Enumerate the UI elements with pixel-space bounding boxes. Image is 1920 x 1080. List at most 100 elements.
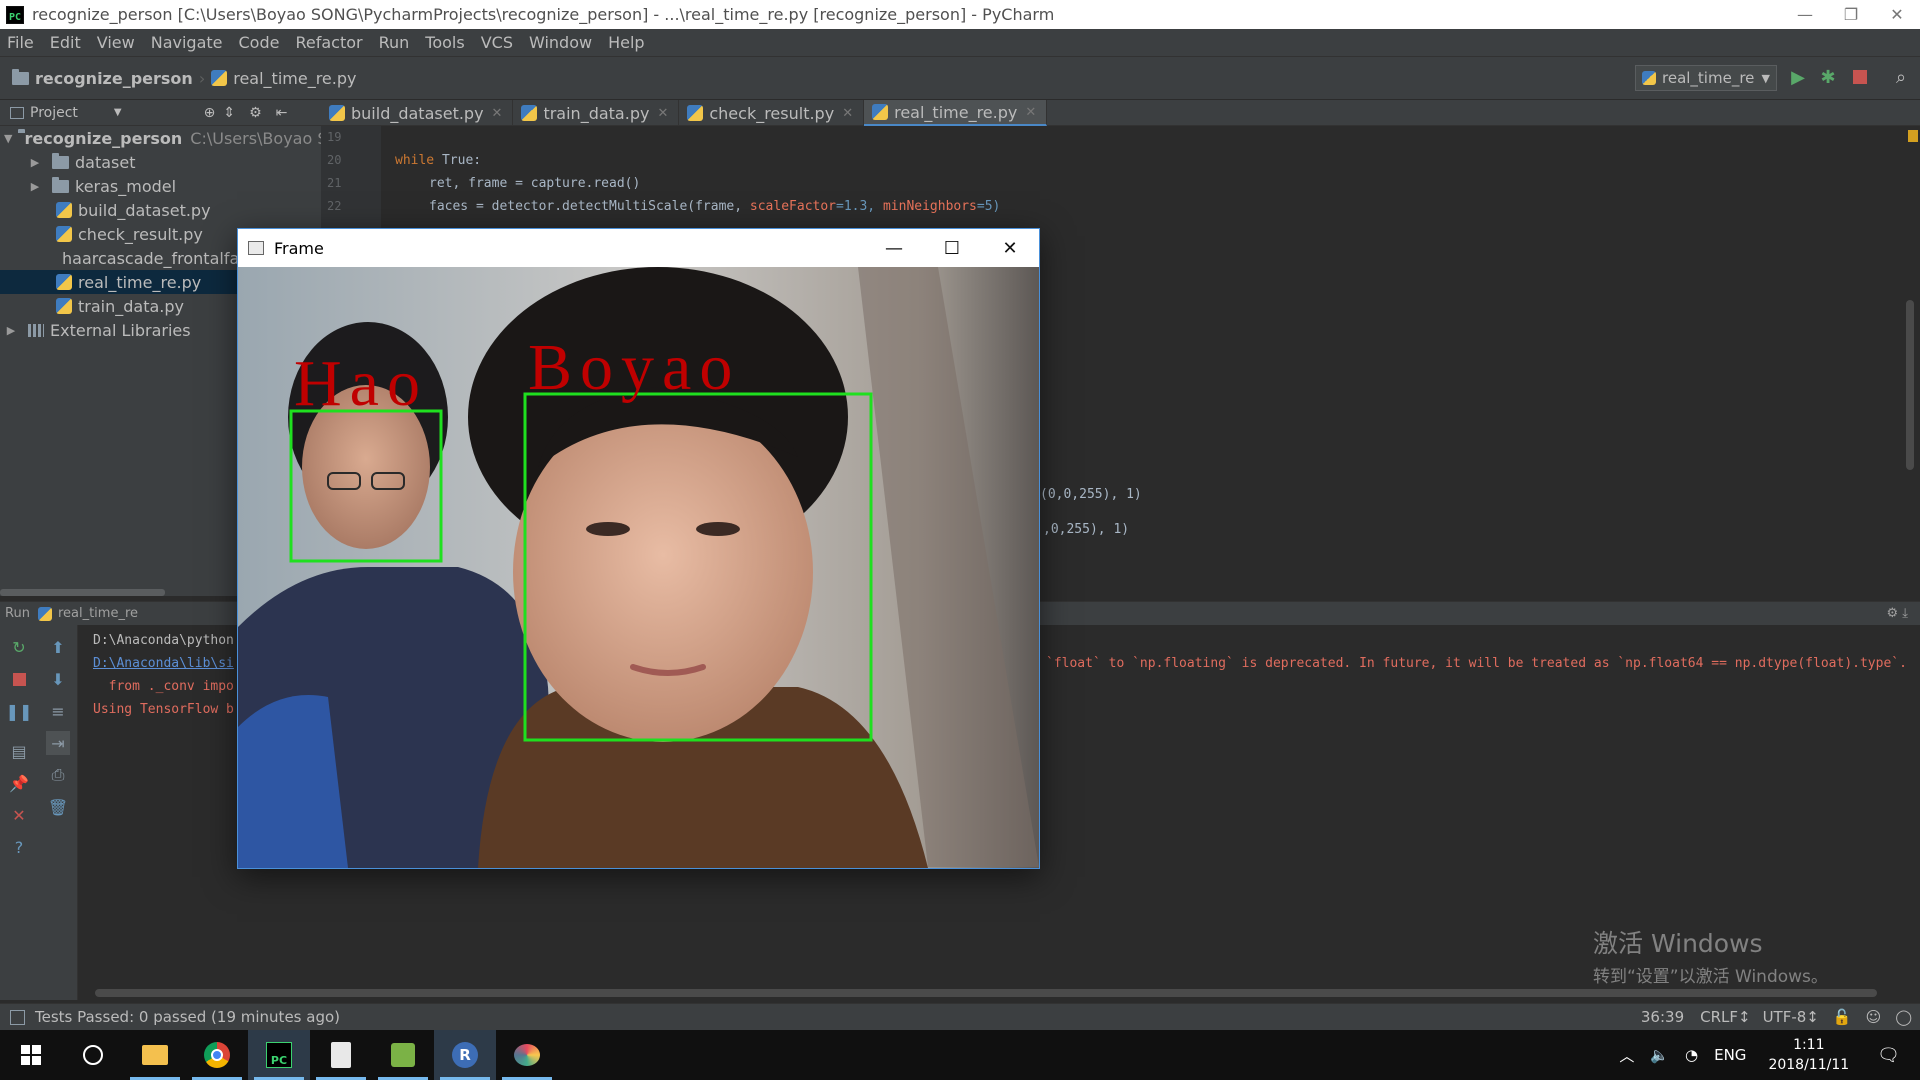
arrow-down-icon[interactable]: ⬇	[46, 667, 70, 691]
taskbar-paint[interactable]	[496, 1030, 558, 1080]
trash-icon[interactable]: 🗑	[46, 795, 70, 819]
chevron-up-icon[interactable]: ︿	[1619, 1045, 1634, 1066]
restore-button[interactable]: ❐	[1828, 0, 1874, 29]
caret-position[interactable]: 36:39	[1641, 1008, 1684, 1026]
help-icon[interactable]: ?	[7, 835, 31, 859]
expand-arrow-icon[interactable]: ▶	[28, 156, 42, 169]
console-line: D:\Anaconda\python	[93, 633, 234, 648]
notification-icon[interactable]: 🗨	[1877, 1045, 1900, 1066]
restore-layout-icon[interactable]: ▤	[7, 739, 31, 763]
search-circle-icon	[83, 1045, 103, 1065]
menu-edit[interactable]: Edit	[43, 33, 90, 52]
console-link[interactable]: D:\Anaconda\lib\si	[93, 652, 234, 675]
close-button[interactable]: ✕	[981, 229, 1039, 267]
wifi-icon[interactable]: ◔	[1685, 1046, 1698, 1064]
arrow-up-icon[interactable]: ⬆	[46, 635, 70, 659]
locate-icon[interactable]: ⊕	[204, 105, 216, 121]
maximize-button[interactable]: ☐	[923, 229, 981, 267]
stop-icon[interactable]	[1847, 64, 1873, 90]
tree-item-build-dataset[interactable]: build_dataset.py	[0, 198, 321, 222]
language-indicator[interactable]: ENG	[1714, 1046, 1746, 1064]
scroll-to-end-icon[interactable]: ⇥	[46, 731, 70, 755]
python-file-icon	[56, 274, 72, 290]
run-config-name[interactable]: real_time_re	[58, 606, 138, 621]
event-log-icon[interactable]: ◯	[1895, 1008, 1912, 1026]
expand-arrow-icon[interactable]: ▼	[4, 132, 12, 145]
code-line: (0,0,255), 1)	[1040, 483, 1142, 506]
frame-title-bar[interactable]: Frame — ☐ ✕	[238, 229, 1039, 267]
tab-label: build_dataset.py	[351, 103, 484, 123]
menu-file[interactable]: File	[0, 33, 43, 52]
clock[interactable]: 1:11 2018/11/11	[1768, 1035, 1849, 1075]
menu-help[interactable]: Help	[601, 33, 653, 52]
close-icon[interactable]: ✕	[657, 106, 668, 121]
gear-icon[interactable]: ⚙	[249, 105, 262, 121]
search-icon[interactable]: ⌕	[1888, 64, 1914, 90]
taskbar-app[interactable]	[372, 1030, 434, 1080]
taskbar-pycharm[interactable]: PC	[248, 1030, 310, 1080]
minimize-button[interactable]: —	[865, 229, 923, 267]
taskbar-r[interactable]: R	[434, 1030, 496, 1080]
warning-marker[interactable]	[1908, 130, 1918, 142]
close-icon[interactable]: ✕	[7, 803, 31, 827]
close-icon[interactable]: ✕	[1025, 105, 1036, 120]
panel-toggle-icon[interactable]	[10, 1009, 25, 1025]
python-file-icon	[1642, 71, 1656, 85]
expand-arrow-icon[interactable]: ▶	[28, 180, 42, 193]
inspector-icon[interactable]: ☺	[1866, 1008, 1882, 1026]
hide-panel-icon[interactable]: ⇤	[276, 105, 288, 121]
pause-icon[interactable]: ❚❚	[6, 699, 33, 723]
expand-arrow-icon[interactable]: ▶	[4, 324, 18, 337]
taskbar-chrome[interactable]	[186, 1030, 248, 1080]
menu-window[interactable]: Window	[522, 33, 601, 52]
line-separator[interactable]: CRLF↕	[1700, 1008, 1750, 1026]
menu-code[interactable]: Code	[232, 33, 289, 52]
taskbar-editor[interactable]	[310, 1030, 372, 1080]
stop-icon[interactable]	[7, 667, 31, 691]
lock-icon[interactable]: 🔓	[1833, 1008, 1852, 1026]
print-icon[interactable]: ⎙	[46, 763, 70, 787]
taskbar-explorer[interactable]	[124, 1030, 186, 1080]
soft-wrap-icon[interactable]: ≡	[46, 699, 70, 723]
close-icon[interactable]: ✕	[492, 106, 503, 121]
tree-item-keras-model[interactable]: ▶ keras_model	[0, 174, 321, 198]
menu-run[interactable]: Run	[372, 33, 419, 52]
close-button[interactable]: ✕	[1874, 0, 1920, 29]
menu-tools[interactable]: Tools	[418, 33, 473, 52]
start-button[interactable]	[0, 1030, 62, 1080]
cortana-button[interactable]	[62, 1030, 124, 1080]
rerun-icon[interactable]: ↻	[7, 635, 31, 659]
tree-item-dataset[interactable]: ▶ dataset	[0, 150, 321, 174]
menu-refactor[interactable]: Refactor	[288, 33, 371, 52]
chevron-down-icon[interactable]: ▼	[114, 107, 122, 118]
close-icon[interactable]: ✕	[842, 106, 853, 121]
menu-navigate[interactable]: Navigate	[144, 33, 232, 52]
pin-icon[interactable]: 📌	[7, 771, 31, 795]
file-encoding[interactable]: UTF-8↕	[1763, 1008, 1819, 1026]
tab-build-dataset[interactable]: build_dataset.py ✕	[321, 100, 514, 126]
editor-scrollbar[interactable]	[1906, 300, 1914, 470]
run-config-dropdown[interactable]: real_time_re ▼	[1635, 65, 1777, 91]
collapse-icon[interactable]: ⇕	[223, 105, 235, 121]
tests-status[interactable]: Tests Passed: 0 passed (19 minutes ago)	[35, 1008, 340, 1026]
volume-icon[interactable]: 🔈	[1650, 1046, 1669, 1064]
breadcrumb-project[interactable]: recognize_person	[35, 69, 193, 88]
code-token: (0,0,255), 1)	[1040, 487, 1142, 502]
tree-root[interactable]: ▼ recognize_person C:\Users\Boyao SONG	[0, 126, 364, 150]
code-token: ,0,255), 1)	[1043, 522, 1130, 537]
run-icon[interactable]: ▶	[1785, 64, 1811, 90]
menu-vcs[interactable]: VCS	[474, 33, 522, 52]
tab-check-result[interactable]: check_result.py ✕	[679, 100, 865, 126]
console-scrollbar[interactable]	[95, 989, 1877, 997]
project-scrollbar[interactable]	[0, 589, 165, 596]
gear-icon[interactable]: ⚙ ⤓	[1886, 606, 1908, 621]
breadcrumb-file[interactable]: real_time_re.py	[233, 69, 356, 88]
menu-view[interactable]: View	[90, 33, 144, 52]
param-token: minNeighbors	[882, 199, 977, 214]
debug-icon[interactable]: ✱	[1815, 64, 1841, 90]
tab-real-time-re[interactable]: real_time_re.py ✕	[864, 100, 1048, 126]
frame-window[interactable]: Frame — ☐ ✕ Hao Boyao	[237, 228, 1040, 869]
project-view-label[interactable]: Project	[30, 105, 78, 121]
tab-train-data[interactable]: train_data.py ✕	[513, 100, 680, 126]
minimize-button[interactable]: —	[1782, 0, 1828, 29]
